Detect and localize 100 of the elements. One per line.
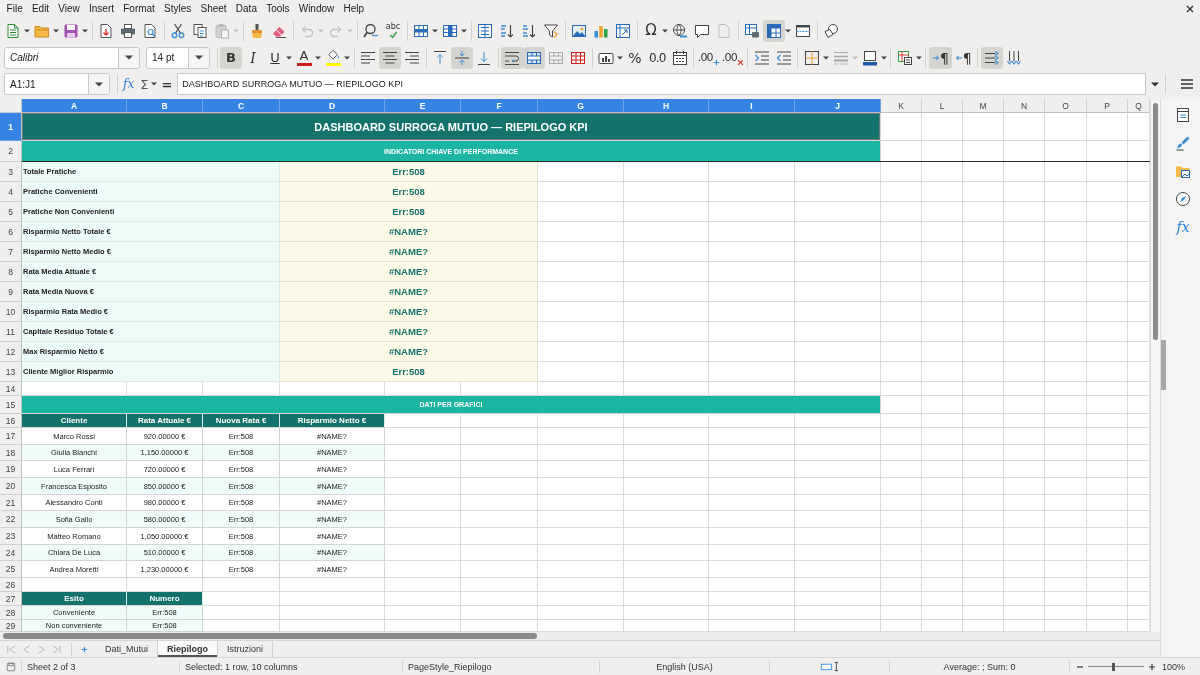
- menu-item[interactable]: Insert: [84, 3, 119, 14]
- row-header[interactable]: 29: [0, 620, 22, 632]
- rectangle-text-cursor-icon[interactable]: [819, 661, 840, 672]
- row-header[interactable]: 12: [0, 342, 22, 362]
- vertical-scrollbar[interactable]: [1150, 99, 1160, 632]
- caret-icon[interactable]: [822, 55, 829, 60]
- right-to-left-button[interactable]: ¶: [951, 46, 975, 69]
- column-header[interactable]: K: [881, 99, 922, 113]
- close-icon[interactable]: [1186, 4, 1194, 13]
- italic-button[interactable]: I: [242, 46, 264, 69]
- compass-icon[interactable]: [1175, 191, 1191, 207]
- row-header[interactable]: 3: [0, 162, 22, 182]
- row-header[interactable]: 9: [0, 282, 22, 302]
- caret-icon[interactable]: [82, 28, 88, 33]
- font-size-field[interactable]: 14 pt: [146, 46, 210, 69]
- menu-item[interactable]: Styles: [159, 3, 196, 14]
- formula-button[interactable]: =: [158, 73, 176, 95]
- caret-icon[interactable]: [461, 28, 467, 33]
- caret-icon[interactable]: [785, 28, 791, 33]
- column-header[interactable]: E: [385, 99, 461, 113]
- row-header[interactable]: 24: [0, 545, 22, 561]
- menu-item[interactable]: View: [53, 3, 85, 14]
- row-header[interactable]: 13: [0, 362, 22, 382]
- horizontal-scrollbar[interactable]: [0, 632, 1160, 640]
- column-header[interactable]: D: [280, 99, 385, 113]
- row-header[interactable]: 16: [0, 414, 22, 428]
- column-header[interactable]: A: [22, 99, 127, 113]
- sidebar-handle[interactable]: [1161, 340, 1166, 390]
- caret-icon[interactable]: [286, 55, 292, 60]
- row-header[interactable]: 7: [0, 242, 22, 262]
- row-header[interactable]: 6: [0, 222, 22, 242]
- column-header[interactable]: L: [922, 99, 963, 113]
- percent-button[interactable]: %: [624, 46, 646, 69]
- merge-center-button[interactable]: [523, 46, 545, 69]
- row-header[interactable]: 10: [0, 302, 22, 322]
- row-header[interactable]: 27: [0, 592, 22, 606]
- freeze-button[interactable]: [763, 19, 785, 42]
- caret-icon[interactable]: [662, 28, 668, 33]
- row-header[interactable]: 1: [0, 113, 22, 141]
- row-header[interactable]: 28: [0, 606, 22, 620]
- row-header[interactable]: 21: [0, 495, 22, 511]
- caret-icon[interactable]: [1151, 81, 1160, 87]
- menu-item[interactable]: Edit: [27, 3, 54, 14]
- menu-icon[interactable]: [1180, 78, 1195, 90]
- row-header[interactable]: 23: [0, 528, 22, 545]
- row-header[interactable]: 14: [0, 382, 22, 396]
- add-decimal-button[interactable]: .00: [696, 46, 721, 69]
- spelling-button[interactable]: abc: [382, 19, 404, 42]
- dropdown-button[interactable]: [118, 47, 139, 68]
- name-box-field[interactable]: A1:J1: [4, 73, 110, 95]
- standard-format-button[interactable]: 0.0: [646, 46, 669, 69]
- underline-button[interactable]: U: [264, 46, 286, 69]
- scrollbar-thumb[interactable]: [3, 633, 537, 639]
- sum-button[interactable]: Σ: [137, 73, 152, 95]
- menu-item[interactable]: Window: [294, 3, 339, 14]
- special-character-button[interactable]: Ω: [640, 19, 662, 42]
- wrap-text-button[interactable]: [501, 46, 523, 69]
- column-header[interactable]: J: [795, 99, 881, 113]
- font-color-button[interactable]: A: [293, 46, 315, 69]
- column-header[interactable]: F: [461, 99, 538, 113]
- caret-icon[interactable]: [315, 55, 321, 60]
- column-header[interactable]: G: [538, 99, 624, 113]
- column-header[interactable]: B: [127, 99, 203, 113]
- plus-icon[interactable]: [81, 645, 88, 653]
- align-center-button[interactable]: [379, 46, 401, 69]
- delete-decimal-button[interactable]: .00: [720, 46, 745, 69]
- caret-icon[interactable]: [344, 55, 350, 60]
- row-header[interactable]: 26: [0, 578, 22, 592]
- functions-button[interactable]: fx: [1176, 219, 1190, 235]
- menu-item[interactable]: Sheet: [195, 3, 232, 14]
- column-header[interactable]: C: [203, 99, 280, 113]
- row-header[interactable]: 15: [0, 396, 22, 414]
- bold-button[interactable]: B: [220, 46, 242, 69]
- menu-item[interactable]: Data: [231, 3, 262, 14]
- font-name-field[interactable]: Calibri: [4, 46, 140, 69]
- plus-icon[interactable]: [1148, 662, 1156, 671]
- row-header[interactable]: 25: [0, 561, 22, 578]
- caret-icon[interactable]: [24, 28, 30, 33]
- caret-icon[interactable]: [617, 55, 623, 60]
- menu-item[interactable]: Tools: [261, 3, 295, 14]
- scrollbar-thumb[interactable]: [1153, 103, 1158, 340]
- caret-icon[interactable]: [53, 28, 59, 33]
- row-header[interactable]: 19: [0, 461, 22, 478]
- formula-input[interactable]: DASHBOARD SURROGA MUTUO — RIEPILOGO KPI: [177, 73, 1147, 95]
- menu-item[interactable]: Format: [118, 3, 160, 14]
- column-header[interactable]: P: [1087, 99, 1128, 113]
- row-header[interactable]: 11: [0, 322, 22, 342]
- column-header[interactable]: I: [709, 99, 795, 113]
- row-header[interactable]: 17: [0, 428, 22, 445]
- caret-icon[interactable]: [151, 82, 158, 86]
- caret-icon[interactable]: [432, 28, 438, 33]
- window-lines-icon[interactable]: [1175, 107, 1191, 123]
- row-header[interactable]: 2: [0, 141, 22, 162]
- row-header[interactable]: 20: [0, 478, 22, 495]
- row-header[interactable]: 8: [0, 262, 22, 282]
- dropdown-button[interactable]: [188, 47, 209, 68]
- slider-thumb[interactable]: [1112, 662, 1116, 671]
- column-header[interactable]: N: [1004, 99, 1045, 113]
- row-header[interactable]: 4: [0, 182, 22, 202]
- caret-icon[interactable]: [915, 55, 922, 60]
